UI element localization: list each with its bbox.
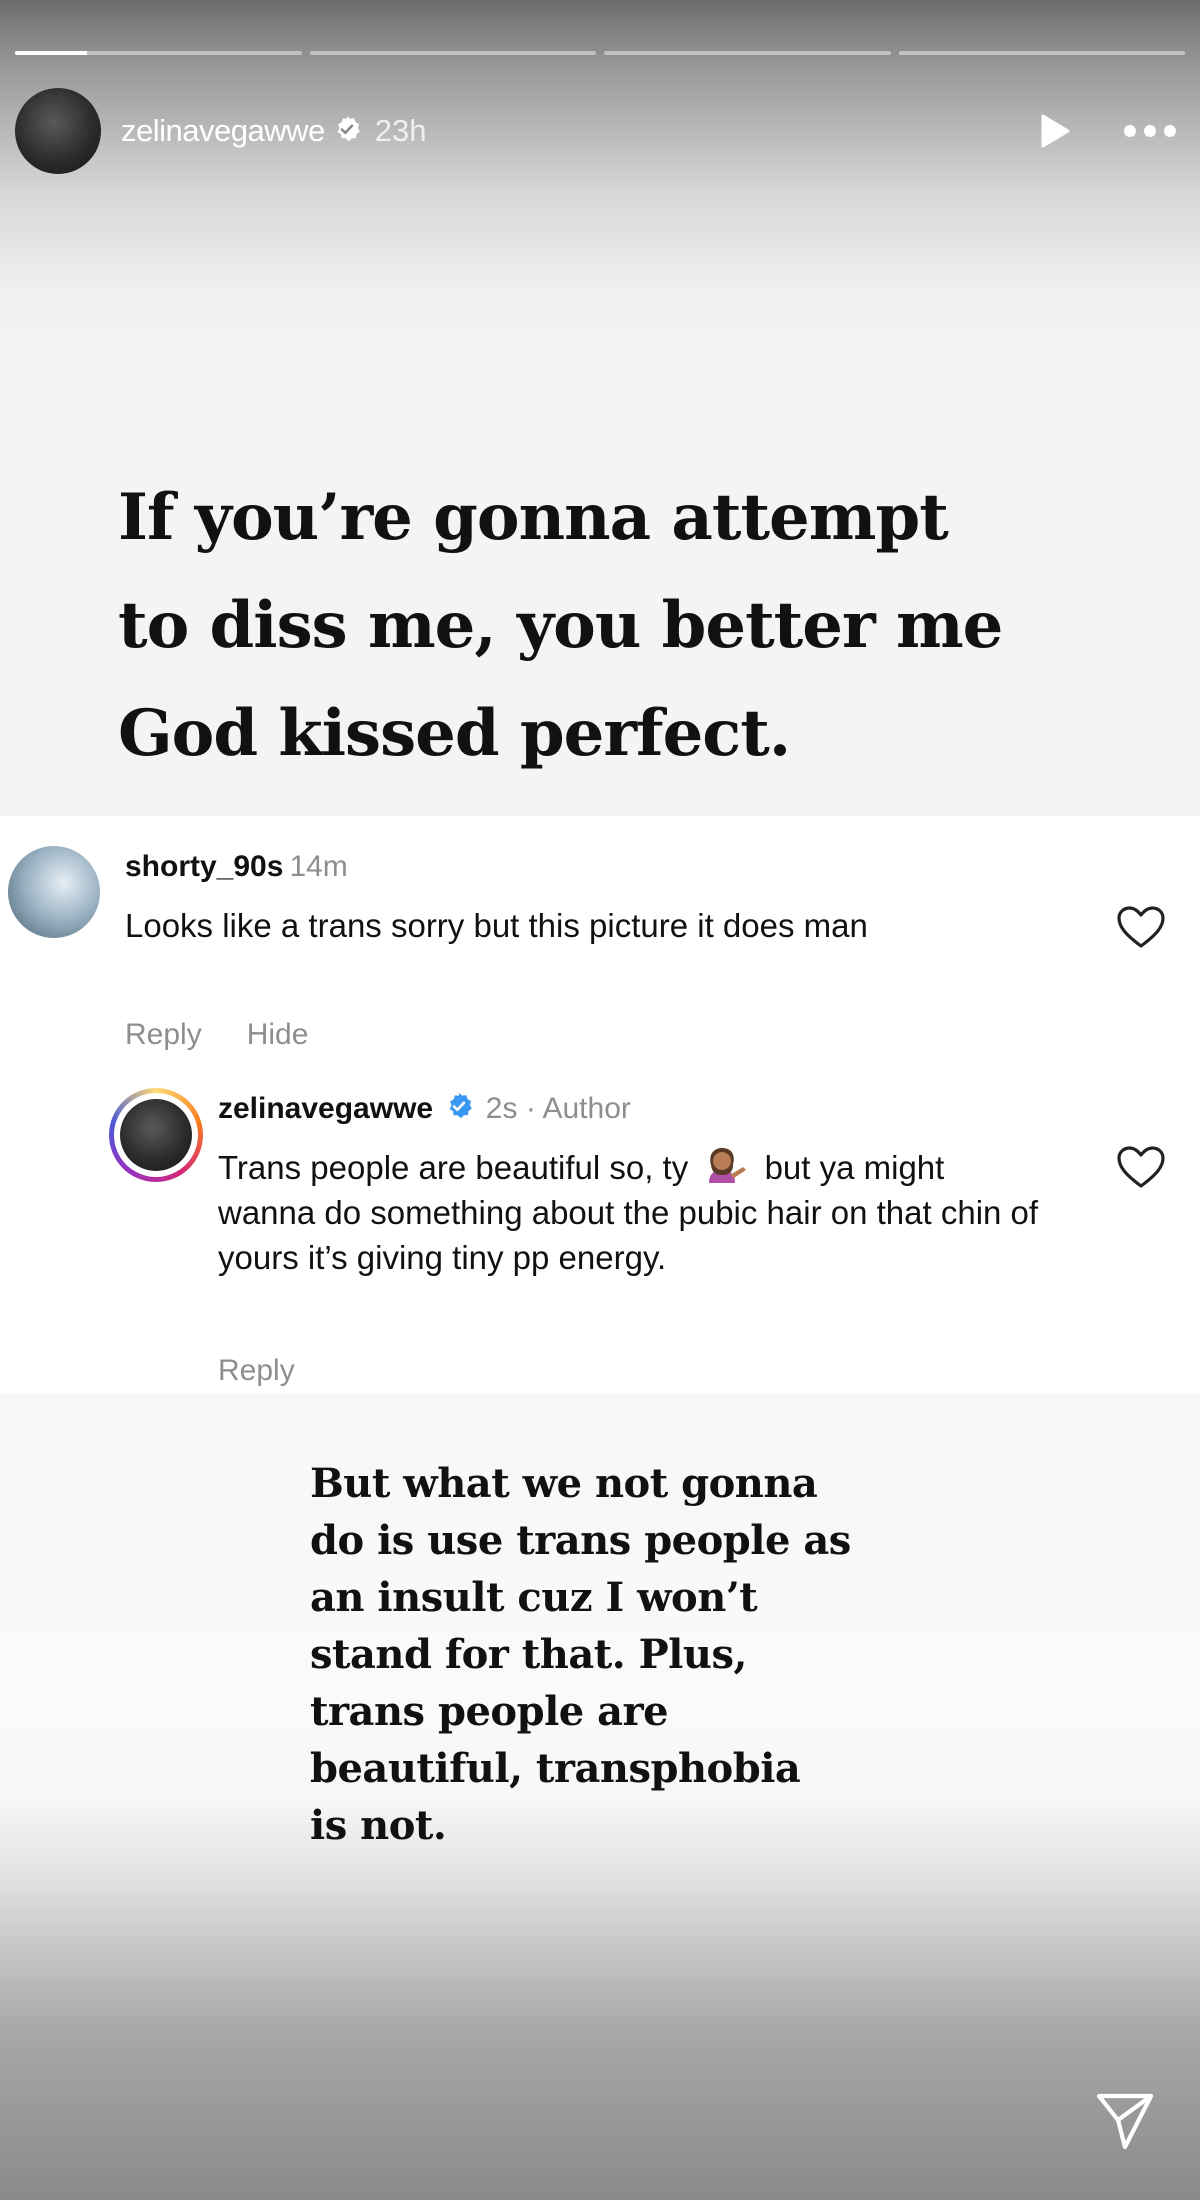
story-time: 23h bbox=[374, 113, 427, 148]
statement-line: beautiful, transphobia bbox=[310, 1745, 801, 1792]
story-username[interactable]: zelinavegawwe bbox=[121, 113, 325, 149]
person-tipping-hand-icon bbox=[703, 1147, 749, 1185]
comment-header: zelinavegawwe 2s · Author bbox=[218, 1092, 631, 1128]
avatar-image bbox=[120, 1099, 192, 1171]
statement-line: do is use trans people as bbox=[310, 1517, 851, 1564]
comment-actions: Reply bbox=[218, 1354, 295, 1388]
statement-line: an insult cuz I won’t bbox=[310, 1574, 758, 1621]
story-progress bbox=[15, 51, 1185, 55]
headline-line: If you’re gonna attempt bbox=[118, 480, 949, 555]
avatar[interactable] bbox=[15, 88, 101, 174]
verified-badge-icon bbox=[333, 115, 361, 148]
progress-segment bbox=[309, 51, 596, 55]
progress-segment bbox=[604, 51, 891, 55]
verified-badge-icon bbox=[445, 1092, 473, 1128]
heart-icon[interactable] bbox=[1116, 905, 1166, 954]
play-icon[interactable] bbox=[1032, 109, 1076, 153]
comment-meta: 2s · Author bbox=[485, 1092, 631, 1125]
comment-actions: Reply Hide bbox=[125, 1018, 353, 1052]
reply-button[interactable]: Reply bbox=[125, 1018, 202, 1051]
send-icon[interactable] bbox=[1094, 2090, 1156, 2152]
story-header: zelinavegawwe 23h bbox=[15, 88, 1180, 174]
statement-line: trans people are bbox=[310, 1688, 669, 1735]
comment-time: 14m bbox=[289, 850, 348, 883]
avatar[interactable] bbox=[8, 846, 100, 938]
avatar[interactable] bbox=[109, 1088, 203, 1182]
hide-button[interactable]: Hide bbox=[247, 1018, 309, 1051]
heart-icon[interactable] bbox=[1116, 1145, 1166, 1194]
statement-line: is not. bbox=[310, 1802, 447, 1849]
comment-username[interactable]: shorty_90s bbox=[125, 850, 283, 883]
headline-line: God kissed perfect. bbox=[118, 696, 791, 771]
headline-line: to diss me, you better me bbox=[118, 588, 1003, 663]
progress-segment bbox=[898, 51, 1185, 55]
comment-text: Looks like a trans sorry but this pictur… bbox=[125, 907, 868, 944]
statement-line: But what we not gonna bbox=[310, 1460, 818, 1507]
reply-button[interactable]: Reply bbox=[218, 1354, 295, 1387]
progress-fill bbox=[15, 51, 87, 55]
more-options-icon[interactable] bbox=[1120, 109, 1180, 153]
comment-text: Trans people are beautiful so, ty but ya… bbox=[218, 1145, 1048, 1280]
comment-username[interactable]: zelinavegawwe bbox=[218, 1092, 433, 1125]
story-headline: If you’re gonna attempt to diss me, you … bbox=[118, 464, 1118, 788]
story-statement: But what we not gonna do is use trans pe… bbox=[310, 1455, 1010, 1854]
comment-text-part: Trans people are beautiful so, ty bbox=[218, 1149, 689, 1186]
progress-segment bbox=[15, 51, 302, 55]
comment-header: shorty_90s 14m bbox=[125, 850, 348, 884]
statement-line: stand for that. Plus, bbox=[310, 1631, 747, 1678]
